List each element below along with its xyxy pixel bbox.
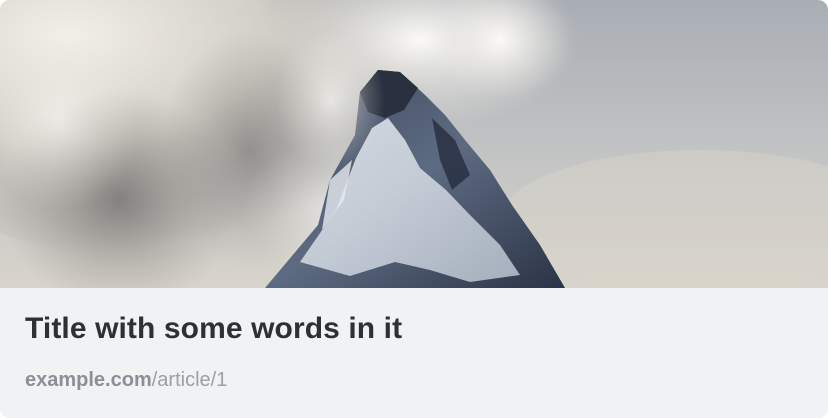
link-domain: example.com (25, 369, 152, 391)
link-preview-card[interactable]: Title with some words in it example.com/… (0, 0, 828, 418)
card-link[interactable]: example.com/article/1 (25, 369, 227, 392)
link-path: /article/1 (151, 369, 228, 391)
card-title[interactable]: Title with some words in it (25, 312, 402, 346)
mountain-image-icon (0, 0, 828, 288)
preview-image (0, 0, 828, 288)
card-footer: Title with some words in it example.com/… (0, 288, 828, 418)
